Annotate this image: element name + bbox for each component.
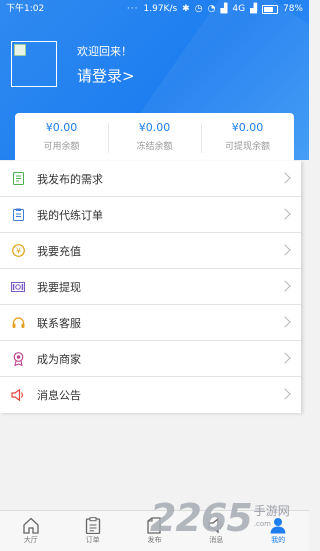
tab-label: 订单 <box>85 536 100 544</box>
tab-label: 我的 <box>271 536 286 544</box>
menu-label: 消息公告 <box>37 389 81 402</box>
account-menu: 我发布的需求 我的代练订单 ¥ 我要充值 我要提现 联系客服 成为商家 消息公告 <box>0 161 301 413</box>
menu-item-withdraw[interactable]: 我要提现 <box>0 269 301 305</box>
status-bar: 下午1:02 ··· 1.97K/s ✱ ◷ ◔ ▟ 4G ▟ 78% <box>0 0 309 18</box>
available-balance: ¥0.00 可用余额 <box>15 113 108 161</box>
bottom-tab-bar: 大厅 订单 发布 消息 我的 <box>0 510 309 551</box>
battery-icon <box>261 4 278 14</box>
user-icon <box>270 518 286 534</box>
tab-hall[interactable]: 大厅 <box>0 511 62 551</box>
menu-label: 我要提现 <box>37 280 81 294</box>
chevron-right-icon <box>279 316 291 328</box>
tab-orders[interactable]: 订单 <box>62 511 124 551</box>
menu-item-my-orders[interactable]: 我的代练订单 <box>0 197 301 233</box>
clipboard-icon <box>11 208 25 222</box>
speaker-icon <box>11 388 25 402</box>
status-right: ··· 1.97K/s ✱ ◷ ◔ ▟ 4G ▟ 78% <box>127 0 303 18</box>
avatar[interactable] <box>11 41 57 87</box>
menu-item-customer-service[interactable]: 联系客服 <box>0 305 301 341</box>
menu-label: 我要充值 <box>37 244 81 258</box>
status-dots: ··· <box>126 4 139 14</box>
bluetooth-icon: ✱ <box>182 4 190 14</box>
balance-amount: ¥0.00 <box>45 121 78 134</box>
wifi-icon: ◔ <box>207 4 216 14</box>
status-time: 下午1:02 <box>6 4 45 14</box>
coin-icon: ¥ <box>11 244 25 258</box>
menu-label: 成为商家 <box>37 352 81 366</box>
balance-card: ¥0.00 可用余额 ¥0.00 冻结余额 ¥0.00 可提现余额 <box>15 113 294 161</box>
chevron-right-icon <box>279 244 291 256</box>
menu-label: 我的代练订单 <box>37 208 103 222</box>
network-speed: 1.97K/s <box>143 4 178 14</box>
balance-label: 冻结余额 <box>136 142 173 152</box>
home-icon <box>23 517 39 534</box>
menu-item-announcements[interactable]: 消息公告 <box>0 377 301 413</box>
menu-item-recharge[interactable]: ¥ 我要充值 <box>0 233 301 269</box>
chevron-right-icon <box>279 208 291 220</box>
network-type: 4G <box>232 4 246 14</box>
frozen-balance: ¥0.00 冻结余额 <box>108 113 201 161</box>
menu-item-become-merchant[interactable]: 成为商家 <box>0 341 301 377</box>
menu-label: 联系客服 <box>37 316 81 330</box>
withdrawable-balance: ¥0.00 可提现余额 <box>201 113 294 161</box>
balance-amount: ¥0.00 <box>138 121 171 134</box>
medal-icon <box>11 351 25 366</box>
headset-icon <box>11 316 25 330</box>
order-icon <box>85 517 100 534</box>
chevron-right-icon <box>279 172 291 184</box>
message-icon <box>208 517 223 534</box>
battery-level: 78% <box>282 4 303 14</box>
document-icon <box>11 172 25 186</box>
menu-item-my-requests[interactable]: 我发布的需求 <box>0 161 301 197</box>
chevron-right-icon <box>279 388 291 400</box>
login-link[interactable]: 请登录> <box>77 65 135 86</box>
tab-mine[interactable]: 我的 <box>247 511 309 551</box>
welcome-text: 欢迎回来！ <box>77 45 132 58</box>
signal-icon-2: ▟ <box>250 4 257 14</box>
signal-icon: ▟ <box>220 4 228 14</box>
tab-messages[interactable]: 消息 <box>185 511 247 551</box>
broken-image-icon <box>14 44 26 56</box>
tab-label: 发布 <box>147 536 162 544</box>
tab-label: 大厅 <box>23 536 38 544</box>
chevron-right-icon <box>279 352 291 364</box>
cash-icon <box>11 280 25 294</box>
tab-publish[interactable]: 发布 <box>124 511 186 551</box>
balance-amount: ¥0.00 <box>231 121 264 134</box>
svg-text:¥: ¥ <box>15 247 20 256</box>
balance-label: 可提现余额 <box>224 142 270 152</box>
balance-label: 可用余额 <box>43 142 80 152</box>
tab-label: 消息 <box>209 536 224 544</box>
chevron-right-icon <box>279 280 291 292</box>
menu-label: 我发布的需求 <box>37 172 103 186</box>
alarm-icon: ◷ <box>194 4 203 14</box>
publish-icon <box>147 517 162 534</box>
